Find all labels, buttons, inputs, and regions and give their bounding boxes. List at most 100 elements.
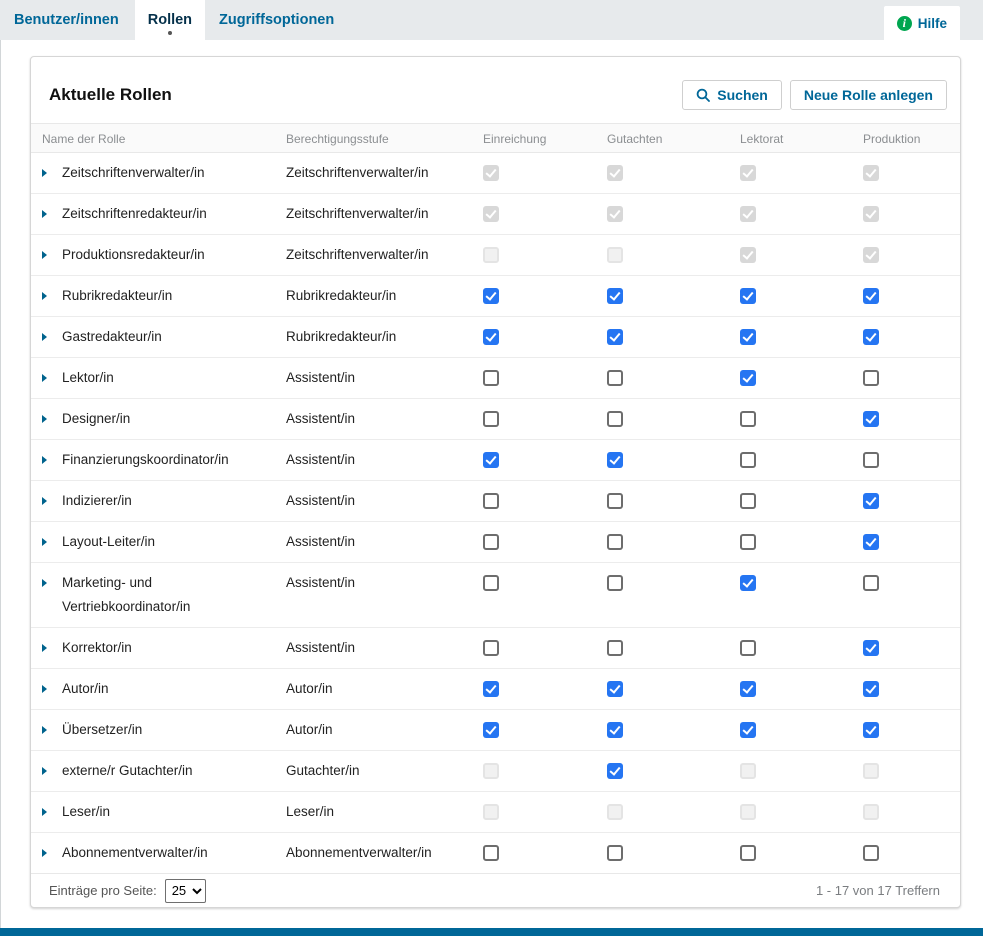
new-role-button[interactable]: Neue Rolle anlegen bbox=[790, 80, 947, 110]
chevron-right-icon bbox=[42, 685, 47, 693]
stage-checkbox-lektorat[interactable] bbox=[740, 452, 756, 468]
stage-checkbox-lektorat bbox=[740, 247, 756, 263]
stage-checkbox-lektorat[interactable] bbox=[740, 845, 756, 861]
role-name: Korrektor/in bbox=[62, 636, 286, 660]
stage-checkbox-produktion[interactable] bbox=[863, 534, 879, 550]
stage-cell bbox=[483, 366, 607, 386]
stage-checkbox-gutachten[interactable] bbox=[607, 845, 623, 861]
stage-checkbox-produktion[interactable] bbox=[863, 370, 879, 386]
tab-zugriffsoptionen[interactable]: Zugriffsoptionen bbox=[205, 0, 348, 40]
stage-checkbox-gutachten[interactable] bbox=[607, 370, 623, 386]
stage-checkbox-gutachten[interactable] bbox=[607, 288, 623, 304]
stage-checkbox-gutachten[interactable] bbox=[607, 329, 623, 345]
column-header-gutachten: Gutachten bbox=[607, 124, 740, 154]
expand-row-button[interactable] bbox=[42, 366, 62, 382]
stage-checkbox-lektorat[interactable] bbox=[740, 575, 756, 591]
stage-checkbox-produktion[interactable] bbox=[863, 329, 879, 345]
expand-row-button[interactable] bbox=[42, 284, 62, 300]
expand-row-button[interactable] bbox=[42, 161, 62, 177]
help-button[interactable]: i Hilfe bbox=[884, 6, 960, 40]
stage-checkbox-produktion[interactable] bbox=[863, 452, 879, 468]
info-circle-icon: i bbox=[897, 16, 912, 31]
role-name: Gastredakteur/in bbox=[62, 325, 286, 349]
expand-row-button[interactable] bbox=[42, 243, 62, 259]
stage-cell bbox=[740, 636, 863, 656]
stage-checkbox-einreichung[interactable] bbox=[483, 681, 499, 697]
permission-level: Gutachter/in bbox=[286, 759, 483, 783]
stage-checkbox-einreichung[interactable] bbox=[483, 640, 499, 656]
expand-row-button[interactable] bbox=[42, 759, 62, 775]
stage-checkbox-produktion[interactable] bbox=[863, 288, 879, 304]
stage-cell bbox=[607, 530, 740, 550]
stage-checkbox-gutachten[interactable] bbox=[607, 722, 623, 738]
expand-row-button[interactable] bbox=[42, 677, 62, 693]
stage-checkbox-produktion[interactable] bbox=[863, 640, 879, 656]
stage-checkbox-einreichung bbox=[483, 804, 499, 820]
stage-checkbox-gutachten[interactable] bbox=[607, 493, 623, 509]
search-button[interactable]: Suchen bbox=[682, 80, 782, 110]
stage-checkbox-gutachten[interactable] bbox=[607, 763, 623, 779]
stage-checkbox-gutachten[interactable] bbox=[607, 575, 623, 591]
stage-cell bbox=[863, 448, 960, 468]
expand-row-button[interactable] bbox=[42, 841, 62, 857]
stage-checkbox-produktion[interactable] bbox=[863, 681, 879, 697]
stage-checkbox-produktion[interactable] bbox=[863, 722, 879, 738]
expand-row-button[interactable] bbox=[42, 202, 62, 218]
stage-checkbox-produktion[interactable] bbox=[863, 411, 879, 427]
stage-checkbox-gutachten[interactable] bbox=[607, 640, 623, 656]
permission-level: Leser/in bbox=[286, 800, 483, 824]
role-name: Rubrikredakteur/in bbox=[62, 284, 286, 308]
tab-benutzer[interactable]: Benutzer/innen bbox=[0, 0, 133, 40]
stage-checkbox-gutachten[interactable] bbox=[607, 681, 623, 697]
stage-checkbox-lektorat[interactable] bbox=[740, 493, 756, 509]
permission-level: Assistent/in bbox=[286, 407, 483, 431]
stage-checkbox-einreichung[interactable] bbox=[483, 493, 499, 509]
stage-cell bbox=[740, 366, 863, 386]
expand-row-button[interactable] bbox=[42, 530, 62, 546]
stage-cell bbox=[863, 202, 960, 222]
expand-row-button[interactable] bbox=[42, 571, 62, 587]
permission-level: Autor/in bbox=[286, 718, 483, 742]
stage-checkbox-einreichung bbox=[483, 247, 499, 263]
table-row: Übersetzer/in Autor/in bbox=[31, 710, 960, 751]
stage-checkbox-einreichung[interactable] bbox=[483, 329, 499, 345]
expand-row-button[interactable] bbox=[42, 448, 62, 464]
expand-row-button[interactable] bbox=[42, 325, 62, 341]
stage-checkbox-lektorat[interactable] bbox=[740, 411, 756, 427]
stage-checkbox-gutachten[interactable] bbox=[607, 411, 623, 427]
stage-checkbox-lektorat[interactable] bbox=[740, 722, 756, 738]
expand-row-button[interactable] bbox=[42, 407, 62, 423]
stage-checkbox-einreichung[interactable] bbox=[483, 534, 499, 550]
expand-row-button[interactable] bbox=[42, 800, 62, 816]
stage-checkbox-produktion[interactable] bbox=[863, 575, 879, 591]
stage-checkbox-lektorat[interactable] bbox=[740, 640, 756, 656]
stage-checkbox-lektorat[interactable] bbox=[740, 681, 756, 697]
stage-cell bbox=[607, 448, 740, 468]
stage-checkbox-einreichung[interactable] bbox=[483, 370, 499, 386]
stage-checkbox-gutachten bbox=[607, 247, 623, 263]
stage-checkbox-produktion bbox=[863, 165, 879, 181]
role-name: Designer/in bbox=[62, 407, 286, 431]
items-per-page-select[interactable]: 25 bbox=[165, 879, 206, 903]
stage-checkbox-einreichung[interactable] bbox=[483, 411, 499, 427]
stage-checkbox-einreichung[interactable] bbox=[483, 288, 499, 304]
stage-checkbox-lektorat[interactable] bbox=[740, 329, 756, 345]
stage-checkbox-produktion[interactable] bbox=[863, 845, 879, 861]
permission-level: Abonnementverwalter/in bbox=[286, 841, 483, 865]
stage-checkbox-gutachten[interactable] bbox=[607, 534, 623, 550]
expand-row-button[interactable] bbox=[42, 489, 62, 505]
stage-checkbox-lektorat[interactable] bbox=[740, 534, 756, 550]
stage-checkbox-einreichung[interactable] bbox=[483, 575, 499, 591]
stage-checkbox-lektorat[interactable] bbox=[740, 370, 756, 386]
stage-cell bbox=[607, 284, 740, 304]
stage-checkbox-einreichung[interactable] bbox=[483, 722, 499, 738]
stage-checkbox-gutachten[interactable] bbox=[607, 452, 623, 468]
stage-cell bbox=[483, 407, 607, 427]
expand-row-button[interactable] bbox=[42, 636, 62, 652]
stage-checkbox-lektorat[interactable] bbox=[740, 288, 756, 304]
tab-rollen[interactable]: Rollen bbox=[135, 0, 205, 40]
stage-checkbox-produktion[interactable] bbox=[863, 493, 879, 509]
expand-row-button[interactable] bbox=[42, 718, 62, 734]
stage-checkbox-einreichung[interactable] bbox=[483, 452, 499, 468]
stage-checkbox-einreichung[interactable] bbox=[483, 845, 499, 861]
